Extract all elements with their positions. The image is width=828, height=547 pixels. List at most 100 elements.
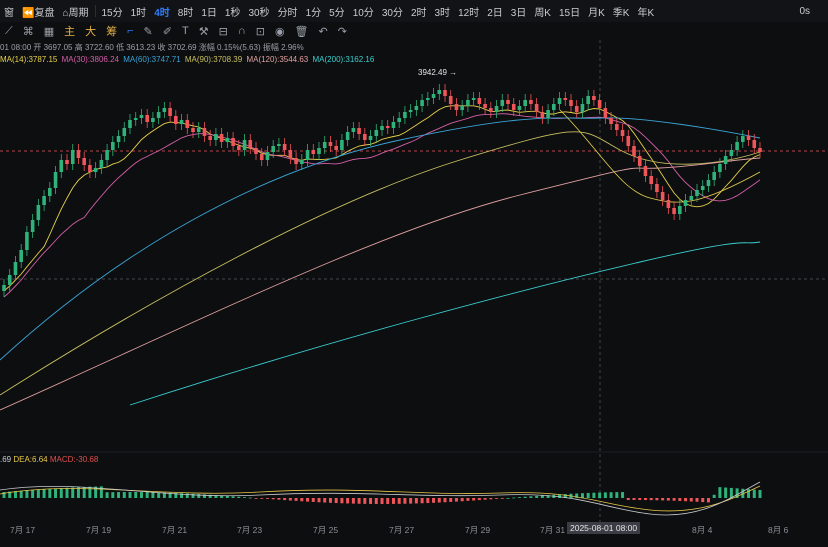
macd-bar [386,498,390,504]
candle-body [111,142,115,150]
candle-body [202,128,207,136]
candle-body [752,140,757,148]
macd-bar [672,498,676,501]
macd-bar [139,492,143,498]
candle-body [712,172,716,180]
macd-bar [477,498,481,501]
macd-bar [695,498,699,502]
candle-body [174,116,178,124]
candle-body [489,108,493,112]
candle-body [426,98,430,100]
candle-body [534,104,539,112]
candle-body [678,206,682,214]
candle-body [317,148,321,154]
macd-bar [294,498,298,501]
macd-bar [684,498,688,502]
candle-body [723,156,728,164]
candle-body [655,184,659,192]
candle-body [208,136,212,140]
ma120-line [0,157,761,411]
macd-bar [374,498,378,504]
candle-body [448,96,453,104]
candle-body [643,166,648,176]
macd-bar [128,492,132,498]
candle-body [265,152,270,160]
macd-bar [254,498,258,499]
candle-body [615,124,619,130]
candle-body [59,160,64,172]
candle-body [219,134,224,142]
macd-bar [237,496,241,498]
candle-body [597,100,602,108]
candle-body [139,115,144,118]
macd-info: .69 DEA:6.64 MACD:-30.68 [0,455,98,464]
candle-body [357,128,361,134]
macd-bar [65,487,69,498]
candle-body [363,134,367,140]
candle-body [214,134,218,140]
macd-bar [643,498,647,501]
candle-body [569,100,573,106]
macd-bar [145,492,149,498]
macd-bar [369,498,373,504]
candle-body [672,208,676,214]
macd-bar [48,488,52,498]
candle-body [471,98,476,100]
x-tick: 7月 25 [313,525,339,535]
x-tick: 7月 31 [540,525,566,535]
candle-body [477,98,482,104]
macd-bar [25,490,29,498]
macd-bar [340,498,344,504]
macd-bar [357,498,361,504]
ma-short-line [559,109,761,203]
candle-body [523,100,527,106]
macd-bar [472,498,476,501]
macd-bar [346,498,350,504]
macd-bar [580,493,584,498]
kline-chart[interactable]: 3942.49 → [0,0,828,547]
candle-body [65,160,69,164]
macd-bar [724,487,728,498]
candle-body [574,106,579,112]
bottom-strip [0,537,828,547]
macd-value: MACD:-30.68 [49,455,99,464]
macd-bar [231,496,235,498]
macd-bar [71,487,75,498]
candle-body [25,232,29,250]
candle-body [282,144,287,150]
candle-body [151,118,155,122]
candle-body [397,118,401,122]
ma200-line [129,241,761,406]
macd-bar [758,490,762,498]
macd-bar [729,487,733,498]
x-tick: 7月 23 [237,525,263,535]
candle-body [666,200,671,208]
candle-body [93,168,98,172]
candle-body [162,108,167,112]
macd-bar [243,497,247,498]
candle-body [145,115,149,122]
candle-body [122,128,127,136]
macd-bar [535,495,539,498]
macd-bar [712,494,716,498]
macd-bar [678,498,682,501]
macd-bar [409,498,413,504]
candle-body [511,104,516,110]
candle-body [380,126,384,130]
x-tick: 8月 4 [692,525,713,535]
macd-bar [328,498,332,503]
candle-body [191,128,195,132]
macd-bar [701,498,705,503]
candle-body [695,190,699,196]
candle-body [391,122,396,128]
candle-body [254,148,258,154]
candle-body [660,192,665,200]
macd-bar [598,492,602,498]
candle-body [637,156,642,166]
candle-body [385,126,390,128]
candle-body [700,186,705,190]
macd-bar [689,498,693,502]
macd-bar [506,497,510,499]
macd-bar [19,490,23,498]
candle-body [53,172,58,188]
